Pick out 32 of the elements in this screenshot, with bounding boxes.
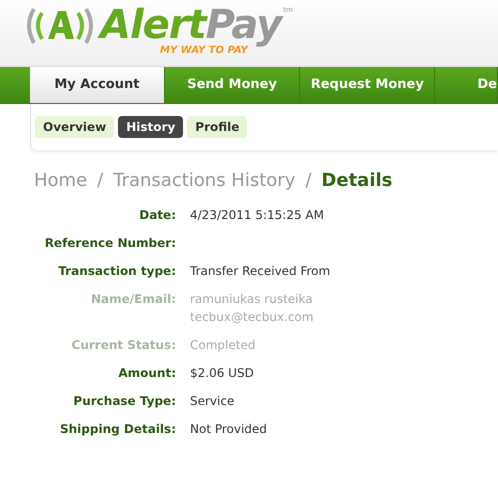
field-label: Shipping Details: [58,421,176,438]
sub-tab[interactable]: History [118,116,184,138]
field-value: tecbux@tecbux.com [190,309,314,326]
field-label: Name/Email: [90,291,176,308]
field-label: Transaction type: [57,263,176,280]
logo-icon [24,5,96,45]
nav-tab[interactable]: De [435,67,498,103]
breadcrumb-link[interactable]: Home [34,167,88,194]
field-label: Purchase Type: [72,393,176,410]
field-label: Reference Number: [44,235,176,252]
field-label: Current Status: [70,337,176,354]
field-value: Completed [190,337,256,354]
nav-tab[interactable]: Send Money [165,67,300,103]
breadcrumb-separator: / [305,169,312,193]
nav-tab[interactable]: Request Money [300,67,436,103]
field-value: ramuniukas rusteika [190,291,314,308]
breadcrumb-current: Details [321,169,392,193]
nav-tab[interactable]: My Account [30,67,165,103]
field-value: 4/23/2011 5:15:25 AM [190,207,324,224]
sub-tab[interactable]: Profile [187,116,248,138]
breadcrumb-link[interactable]: Transactions History [113,167,296,194]
logo-tagline: MY WAY TO PAY [160,45,248,58]
field-label: Amount: [117,365,176,382]
field-label: Date: [138,207,176,224]
field-value: Service [190,393,234,410]
logo-text: Pay [206,5,282,45]
field-value: $2.06 USD [190,365,254,382]
sub-tab[interactable]: Overview [35,116,114,138]
field-value: Not Provided [190,421,267,438]
logo-text: Alert [100,5,206,45]
breadcrumb-separator: / [97,169,104,193]
field-value: Transfer Received From [190,263,330,280]
